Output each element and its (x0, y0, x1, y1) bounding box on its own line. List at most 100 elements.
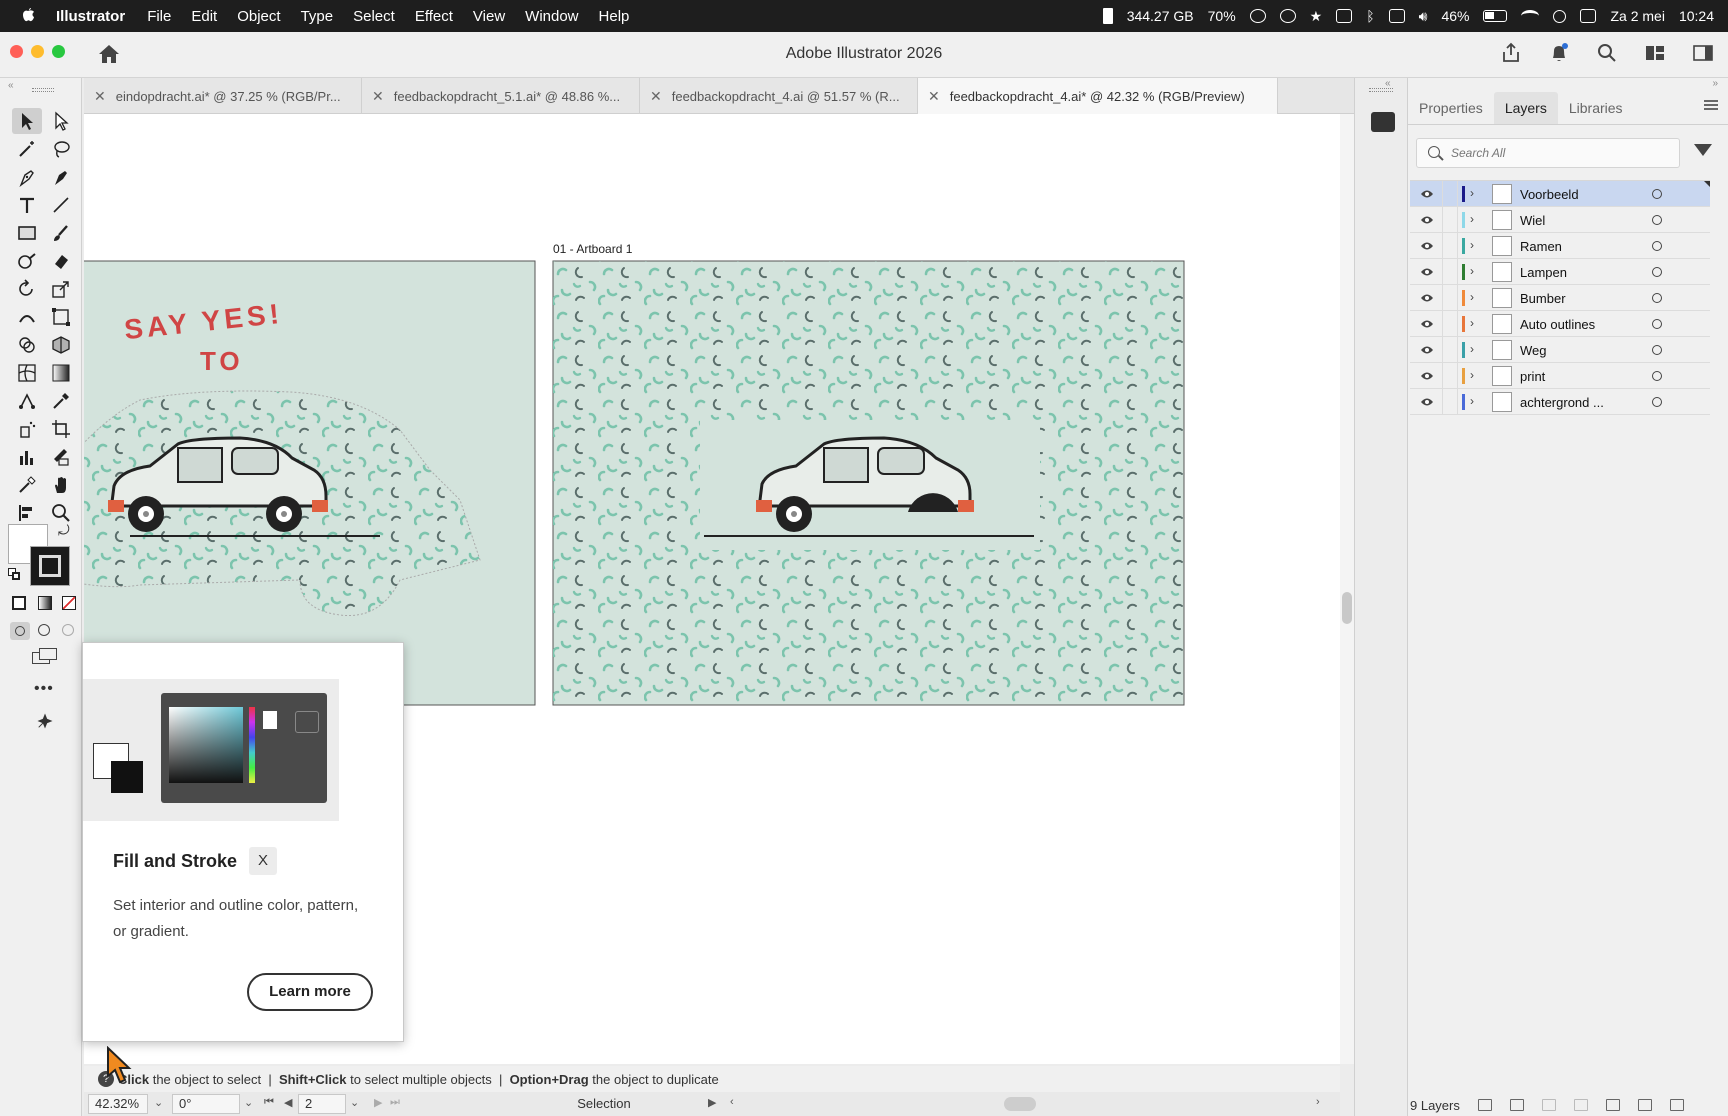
close-tab-icon[interactable]: ✕ (372, 88, 384, 105)
menu-file[interactable]: File (137, 8, 181, 25)
paintbrush-tool-icon[interactable] (46, 220, 76, 246)
next-artboard-icon[interactable]: ▶ (374, 1096, 382, 1109)
perspective-grid-tool-icon[interactable] (46, 332, 76, 358)
screen-mirror-icon[interactable] (1388, 9, 1405, 23)
share-icon[interactable] (1500, 42, 1522, 64)
lock-toggle[interactable] (1442, 259, 1458, 285)
scroll-thumb[interactable] (1342, 592, 1352, 624)
blend-tool-icon[interactable] (12, 388, 42, 414)
expand-chevron-icon[interactable]: › (1470, 186, 1474, 200)
collect-for-export-icon[interactable] (1477, 1099, 1492, 1111)
layer-row[interactable]: › Voorbeeld (1410, 181, 1710, 207)
rotation-field[interactable]: 0° (172, 1094, 240, 1114)
control-center-icon[interactable] (1580, 9, 1597, 23)
collapse-panel-icon[interactable]: » (1712, 78, 1718, 89)
panel-grip[interactable] (1369, 88, 1393, 92)
visibility-eye-icon[interactable] (1412, 181, 1442, 207)
close-tab-icon[interactable]: ✕ (650, 88, 662, 105)
expand-chevron-icon[interactable]: › (1470, 212, 1474, 226)
artboard-tool-icon[interactable] (46, 416, 76, 442)
layer-row[interactable]: › Lampen (1410, 259, 1710, 285)
tab-document-1[interactable]: ✕ eindopdracht.ai* @ 37.25 % (RGB/Pr... (84, 78, 362, 114)
first-artboard-icon[interactable]: ⏮ (264, 1096, 274, 1109)
star-icon[interactable]: ★ (1310, 8, 1323, 25)
tab-document-4-active[interactable]: ✕ feedbackopdracht_4.ai* @ 42.32 % (RGB/P… (918, 78, 1278, 114)
align-tool-icon[interactable] (12, 500, 42, 526)
menu-effect[interactable]: Effect (405, 8, 463, 25)
layer-target-icon[interactable] (1652, 397, 1662, 407)
visibility-eye-icon[interactable] (1412, 207, 1442, 233)
wifi-icon[interactable] (1521, 10, 1540, 22)
visibility-eye-icon[interactable] (1412, 389, 1442, 415)
layer-target-icon[interactable] (1652, 371, 1662, 381)
battery-icon[interactable] (1483, 10, 1508, 22)
extension-icon[interactable] (1249, 9, 1266, 23)
expand-chevron-icon[interactable]: › (1470, 394, 1474, 408)
learn-more-button[interactable]: Learn more (247, 973, 373, 1011)
free-transform-tool-icon[interactable] (46, 304, 76, 330)
magic-wand-tool-icon[interactable] (12, 136, 42, 162)
workspace-icon[interactable] (1644, 42, 1666, 64)
lock-toggle[interactable] (1442, 181, 1458, 207)
lock-toggle[interactable] (1442, 311, 1458, 337)
shape-builder-tool-icon[interactable] (12, 332, 42, 358)
bluetooth-icon[interactable]: ᛒ (1366, 8, 1374, 24)
eyedropper-alt-tool-icon[interactable] (12, 472, 42, 498)
menu-view[interactable]: View (463, 8, 515, 25)
tab-document-2[interactable]: ✕ feedbackopdracht_5.1.ai* @ 48.86 %... (362, 78, 640, 114)
visibility-eye-icon[interactable] (1412, 285, 1442, 311)
locate-object-icon[interactable] (1509, 1099, 1524, 1111)
artboard-dropdown-icon[interactable]: ⌄ (350, 1096, 359, 1109)
rotate-tool-icon[interactable] (12, 276, 42, 302)
curvature-tool-icon[interactable] (46, 164, 76, 190)
shaper-tool-icon[interactable] (12, 248, 42, 274)
panels-icon[interactable] (1692, 42, 1714, 64)
zoom-dropdown-icon[interactable]: ⌄ (154, 1096, 163, 1109)
hand-tool-icon[interactable] (46, 472, 76, 498)
eraser-tool-icon[interactable] (46, 248, 76, 274)
pen-tool-icon[interactable] (12, 164, 42, 190)
panel-menu-icon[interactable] (1704, 100, 1718, 110)
layer-row[interactable]: › Wiel (1410, 207, 1710, 233)
horizontal-scroll-thumb[interactable] (1004, 1097, 1036, 1111)
lock-toggle[interactable] (1442, 233, 1458, 259)
more-tools-icon[interactable]: ••• (34, 680, 54, 698)
selection-tool-icon[interactable] (12, 108, 42, 134)
lock-toggle[interactable] (1442, 363, 1458, 389)
layer-target-icon[interactable] (1652, 215, 1662, 225)
default-fill-stroke-icon[interactable] (8, 568, 20, 580)
expand-chevron-icon[interactable]: › (1470, 290, 1474, 304)
layer-target-icon[interactable] (1652, 189, 1662, 199)
panel-collapse-icon[interactable]: « (8, 80, 14, 91)
close-tab-icon[interactable]: ✕ (94, 88, 106, 105)
draw-normal-icon[interactable] (10, 622, 30, 640)
menu-window[interactable]: Window (515, 8, 588, 25)
tab-layers[interactable]: Layers (1493, 92, 1558, 124)
menu-app[interactable]: Illustrator (56, 8, 137, 25)
swap-fill-stroke-icon[interactable]: ⤾ (58, 522, 70, 539)
direct-selection-tool-icon[interactable] (46, 108, 76, 134)
artboard-number-field[interactable]: 2 (298, 1094, 346, 1114)
visibility-eye-icon[interactable] (1412, 337, 1442, 363)
layer-row[interactable]: › achtergrond ... (1410, 389, 1710, 415)
scroll-right-icon[interactable]: › (1316, 1096, 1320, 1108)
lock-toggle[interactable] (1442, 207, 1458, 233)
layer-row[interactable]: › Auto outlines (1410, 311, 1710, 337)
layers-search-input[interactable]: Search All (1416, 138, 1680, 168)
search-layer-icon[interactable] (1541, 1099, 1556, 1111)
layer-row[interactable]: › Ramen (1410, 233, 1710, 259)
bell-icon[interactable] (1548, 42, 1570, 64)
expand-chevron-icon[interactable]: › (1470, 368, 1474, 382)
tab-properties[interactable]: Properties (1408, 92, 1494, 124)
visibility-eye-icon[interactable] (1412, 259, 1442, 285)
menu-object[interactable]: Object (227, 8, 290, 25)
spotlight-icon[interactable] (1553, 9, 1567, 23)
layer-target-icon[interactable] (1652, 267, 1662, 277)
accessibility-icon[interactable] (1279, 9, 1296, 23)
clipping-mask-icon[interactable] (1573, 1099, 1588, 1111)
zoom-field[interactable]: 42.32% (88, 1094, 148, 1114)
lasso-tool-icon[interactable] (46, 136, 76, 162)
vertical-scrollbar[interactable] (1340, 114, 1354, 1064)
graph-tool-icon[interactable] (12, 444, 42, 470)
stroke-swatch[interactable] (30, 546, 70, 586)
